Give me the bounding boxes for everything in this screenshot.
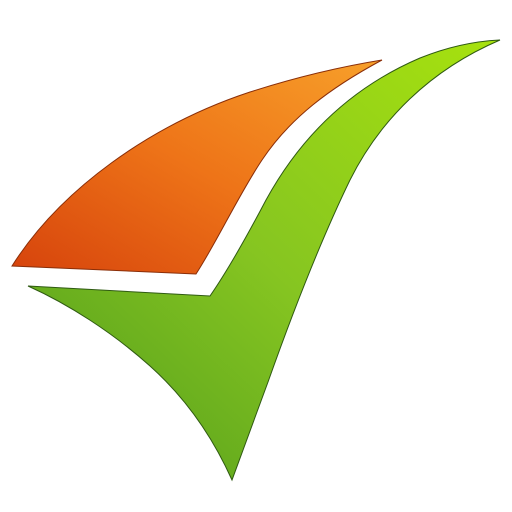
checkmark-swoosh-icon <box>11 39 501 482</box>
logo-canvas <box>0 0 512 512</box>
